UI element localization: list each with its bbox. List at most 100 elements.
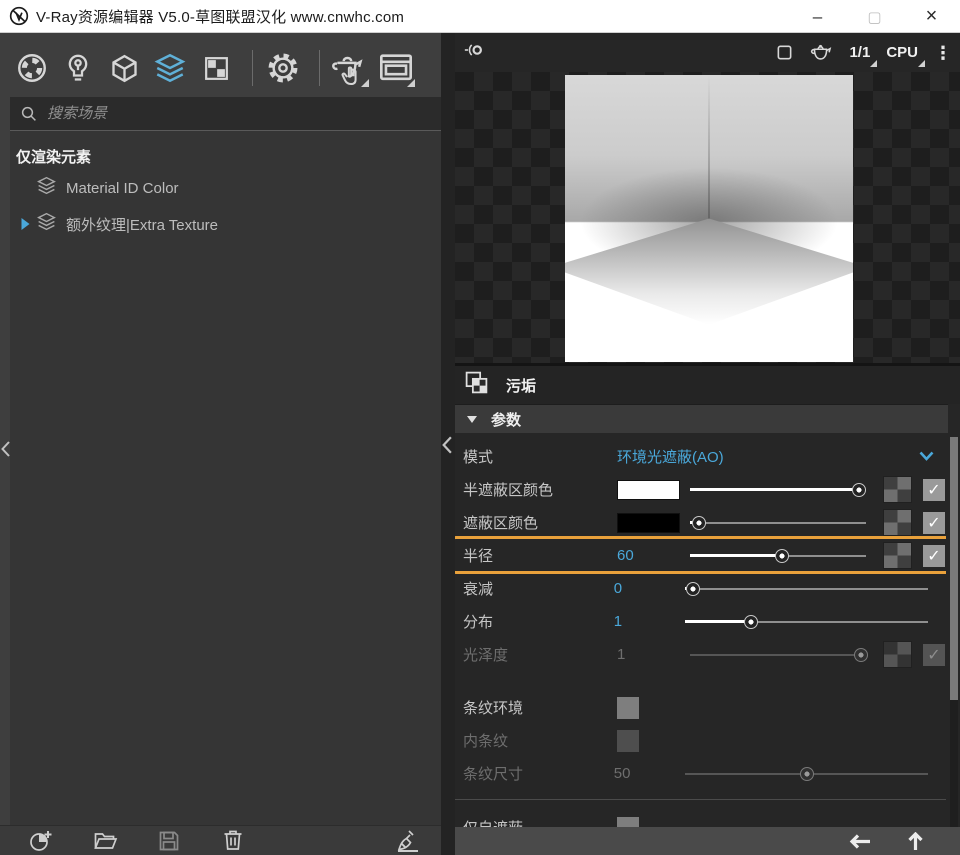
geometry-icon[interactable] bbox=[104, 48, 144, 88]
param-row-mode: 模式 环境光遮蔽(AO) bbox=[455, 440, 946, 473]
slider-handle[interactable] bbox=[775, 549, 789, 563]
param-label: 半遮蔽区颜色 bbox=[463, 479, 617, 500]
slider-handle[interactable] bbox=[686, 582, 700, 596]
close-button[interactable]: × bbox=[903, 0, 960, 33]
texture-slot-button[interactable] bbox=[884, 510, 911, 535]
menu-kebab-icon[interactable]: ⋮ bbox=[934, 44, 952, 62]
enable-checkbox[interactable]: ✓ bbox=[923, 479, 945, 501]
engine-select-button[interactable]: CPU bbox=[886, 44, 918, 61]
slider-handle[interactable] bbox=[852, 483, 866, 497]
param-row-radius: 半径 60 ✓ bbox=[455, 539, 946, 572]
texture-slot-button bbox=[884, 642, 911, 667]
rollout-title: 参数 bbox=[491, 409, 521, 430]
parameters-rollout-header[interactable]: 参数 bbox=[455, 404, 948, 433]
param-label: 条纹尺寸 bbox=[463, 763, 614, 784]
param-row-occluded-color: 遮蔽区颜色 ✓ bbox=[455, 506, 946, 539]
asset-properties-panel: 1/1 CPU ⋮ 污垢 bbox=[455, 33, 960, 855]
slider-track bbox=[685, 588, 928, 590]
slider[interactable] bbox=[685, 614, 928, 630]
param-value: 1 bbox=[617, 646, 690, 663]
param-label: 半径 bbox=[463, 545, 617, 566]
add-asset-icon[interactable] bbox=[28, 829, 54, 853]
param-label: 衰减 bbox=[463, 578, 614, 599]
slider-handle bbox=[854, 648, 868, 662]
texture-slot-button[interactable] bbox=[884, 477, 911, 502]
slider[interactable] bbox=[690, 548, 866, 564]
toggle-checkbox[interactable] bbox=[617, 697, 639, 719]
group-divider bbox=[455, 799, 946, 800]
textures-icon[interactable] bbox=[196, 48, 236, 88]
slider[interactable] bbox=[685, 581, 928, 597]
param-label: 内条纹 bbox=[463, 730, 617, 751]
titlebar: V-Ray资源编辑器 V5.0-草图联盟汉化 www.cnwhc.com – ▢… bbox=[0, 0, 960, 33]
minimize-button[interactable]: – bbox=[789, 0, 846, 33]
param-value[interactable]: 1 bbox=[614, 613, 685, 630]
render-teapot-icon[interactable] bbox=[809, 43, 833, 62]
enable-checkbox: ✓ bbox=[923, 644, 945, 666]
interactive-render-icon[interactable] bbox=[330, 48, 370, 88]
enable-checkbox[interactable]: ✓ bbox=[923, 545, 945, 567]
panel-splitter[interactable] bbox=[441, 33, 455, 855]
slider[interactable] bbox=[690, 515, 866, 531]
slider bbox=[685, 766, 928, 782]
collapse-triangle-icon bbox=[467, 416, 477, 423]
enable-checkbox[interactable]: ✓ bbox=[923, 512, 945, 534]
maximize-button[interactable]: ▢ bbox=[846, 0, 903, 33]
search-icon bbox=[20, 105, 38, 123]
search-input[interactable] bbox=[47, 105, 441, 122]
texture-slot-button[interactable] bbox=[884, 543, 911, 568]
param-value[interactable]: 0 bbox=[614, 580, 685, 597]
slider-handle[interactable] bbox=[744, 615, 758, 629]
back-arrow-icon[interactable] bbox=[849, 833, 871, 850]
scrollbar[interactable] bbox=[950, 437, 958, 827]
search-bar bbox=[10, 97, 441, 131]
texture-asset-icon bbox=[464, 370, 489, 400]
save-icon[interactable] bbox=[156, 829, 182, 853]
asset-header: 污垢 bbox=[455, 363, 960, 404]
auto-update-icon[interactable] bbox=[463, 40, 485, 65]
param-value[interactable]: 60 bbox=[617, 547, 690, 564]
panel-collapse-left-icon[interactable] bbox=[0, 436, 11, 462]
stop-render-icon[interactable] bbox=[776, 44, 793, 61]
expand-arrow-icon[interactable] bbox=[14, 218, 36, 230]
param-row-streak-size: 条纹尺寸 50 bbox=[455, 757, 946, 790]
param-label: 分布 bbox=[463, 611, 614, 632]
slider-track bbox=[690, 654, 866, 656]
slider-fill bbox=[690, 488, 859, 491]
param-label: 光泽度 bbox=[463, 644, 617, 665]
asset-tree: 仅渲染元素 Material ID Color bbox=[10, 131, 441, 825]
panel-collapse-icon[interactable] bbox=[442, 436, 452, 459]
delete-icon[interactable] bbox=[220, 829, 246, 853]
up-arrow-icon[interactable] bbox=[907, 832, 924, 851]
color-swatch[interactable] bbox=[617, 480, 680, 500]
tree-item-label: Material ID Color bbox=[66, 180, 179, 197]
render-element-icon bbox=[36, 211, 57, 237]
render-elements-icon[interactable] bbox=[150, 48, 190, 88]
lights-icon[interactable] bbox=[58, 48, 98, 88]
navigation-bar bbox=[455, 827, 960, 855]
tree-item-material-id-color[interactable]: Material ID Color bbox=[10, 173, 441, 203]
main-area: 仅渲染元素 Material ID Color bbox=[0, 33, 960, 855]
window-controls: – ▢ × bbox=[789, 0, 960, 33]
chevron-down-icon[interactable] bbox=[919, 448, 934, 466]
materials-icon[interactable] bbox=[12, 48, 52, 88]
toggle-checkbox bbox=[617, 730, 639, 752]
purge-unused-icon[interactable] bbox=[395, 829, 421, 853]
frame-buffer-icon[interactable] bbox=[376, 48, 416, 88]
tree-item-extra-texture[interactable]: 额外纹理|Extra Texture bbox=[10, 209, 441, 239]
scrollbar-thumb[interactable] bbox=[950, 437, 958, 700]
slider-handle[interactable] bbox=[692, 516, 706, 530]
settings-icon[interactable] bbox=[263, 48, 303, 88]
param-row-inner-streaks: 内条纹 bbox=[455, 724, 946, 757]
toggle-checkbox[interactable] bbox=[617, 817, 639, 828]
aspect-ratio-button[interactable]: 1/1 bbox=[849, 44, 870, 61]
slider[interactable] bbox=[690, 482, 866, 498]
color-swatch[interactable] bbox=[617, 513, 680, 533]
tree-item-label: 额外纹理|Extra Texture bbox=[66, 214, 218, 235]
mode-dropdown-value[interactable]: 环境光遮蔽(AO) bbox=[617, 446, 919, 467]
open-file-icon[interactable] bbox=[92, 829, 118, 853]
material-preview bbox=[455, 72, 960, 363]
render-element-icon bbox=[36, 175, 57, 201]
slider-fill bbox=[690, 554, 782, 557]
category-toolbar bbox=[12, 42, 439, 94]
